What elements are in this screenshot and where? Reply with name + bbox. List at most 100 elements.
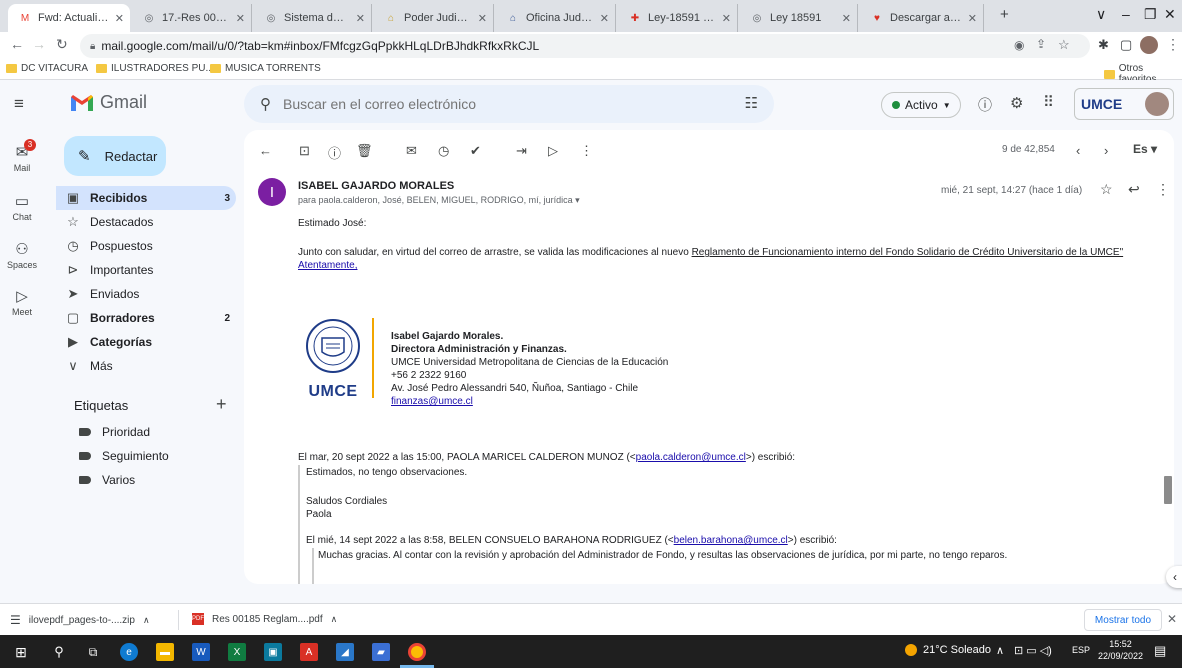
close-tab-icon[interactable]: ✕ [722,12,731,25]
download-item[interactable]: ☰ ilovepdf_pages-to-....zip ∧ [10,613,150,627]
browser-menu-icon[interactable]: ⋮ [1166,36,1180,53]
reload-icon[interactable]: ↻ [56,36,68,53]
close-tab-icon[interactable]: ✕ [115,12,124,25]
keyboard-language[interactable]: ESP [1072,645,1090,655]
tab-search-icon[interactable]: ∨ [1096,6,1106,23]
search-options-icon[interactable]: ☷ [745,94,758,112]
bookmark-folder[interactable]: DC VITACURA [6,63,88,74]
paola-email-link[interactable]: paola.calderon@umce.cl [636,452,746,463]
bookmark-folder[interactable]: ILUSTRADORES PU... [96,63,214,74]
rail-mail[interactable]: ✉ 3 Mail [0,139,44,173]
back-icon[interactable]: ← [10,36,24,52]
nav-item-categoras[interactable]: ▶ Categorías [56,330,236,354]
browser-tab[interactable]: ✚ Ley-18591 03-ENE ✕ [618,4,738,32]
snooze-icon[interactable]: ◷ [438,143,449,159]
browser-tab[interactable]: ♥ Descargar archivo ✕ [860,4,984,32]
main-menu-icon[interactable]: ≡ [14,94,24,114]
browser-tab[interactable]: ◎ Sistema de Resolu ✕ [254,4,372,32]
search-icon[interactable]: ⚲ [50,643,68,661]
close-tab-icon[interactable]: ✕ [842,12,851,25]
add-task-icon[interactable]: ✔ [470,143,481,159]
settings-icon[interactable]: ⚙ [1010,94,1023,112]
new-tab-icon[interactable]: + [1000,6,1009,23]
add-label-icon[interactable]: + [216,394,227,415]
forward-icon[interactable]: → [32,36,46,52]
close-tab-icon[interactable]: ✕ [478,12,487,25]
browser-tab[interactable]: ◎ 17.-Res 00185 Reg ✕ [132,4,252,32]
more-actions-icon[interactable]: ⋮ [580,143,593,159]
account-switcher[interactable]: UMCE [1074,88,1174,120]
label-item[interactable]: Prioridad [68,420,248,444]
browser-tab[interactable]: ⌂ Poder Judicial - Ini ✕ [374,4,494,32]
scrollbar-thumb[interactable] [1164,476,1172,504]
share-icon[interactable]: ⇪ [1036,37,1046,51]
tray-icons[interactable]: ⊡ ▭ ◁) [1014,644,1052,657]
show-all-button[interactable]: Mostrar todo [1084,609,1162,631]
browser-tab[interactable]: ◎ Ley 18591 ✕ [740,4,858,32]
regulation-link[interactable]: Reglamento de Funcionamiento interno del… [692,247,1124,258]
rail-spaces[interactable]: ⚇ Spaces [0,240,44,270]
windows-start-icon[interactable]: ⊞ [12,643,30,661]
star-icon[interactable]: ☆ [1100,181,1113,198]
archive-icon[interactable]: ⊡ [299,143,310,159]
sender-name[interactable]: ISABEL GAJARDO MORALES [298,180,454,192]
profile-avatar[interactable] [1140,36,1158,54]
close-tab-icon[interactable]: ✕ [236,12,245,25]
nav-item-ms[interactable]: ∨ Más [56,354,236,378]
nav-item-recibidos[interactable]: ▣ Recibidos 3 [56,186,236,210]
bookmark-star-icon[interactable]: ☆ [1058,37,1070,53]
apps-icon[interactable]: ⠿ [1043,93,1054,111]
sender-avatar[interactable]: I [258,178,286,206]
minimize-icon[interactable]: – [1122,6,1130,22]
nav-item-pospuestos[interactable]: ◷ Pospuestos [56,234,236,258]
chevron-up-icon[interactable]: ∧ [143,615,150,626]
mark-unread-icon[interactable]: ✉ [406,143,417,159]
close-tab-icon[interactable]: ✕ [356,12,365,25]
browser-tab[interactable]: ⌂ Oficina Judicial Vir ✕ [496,4,616,32]
rail-chat[interactable]: ▭ Chat [0,192,44,222]
report-spam-icon[interactable]: ⓘ [328,143,341,162]
belen-email-link[interactable]: belen.barahona@umce.cl [674,535,788,546]
download-item[interactable]: PDF Res 00185 Reglam....pdf ∧ [192,613,337,625]
reply-icon[interactable]: ↩ [1128,181,1140,198]
delete-icon[interactable]: 🗑︎ [356,143,373,159]
label-item[interactable]: Seguimiento [68,444,248,468]
close-window-icon[interactable]: ✕ [1164,6,1176,23]
newer-icon[interactable]: ‹ [1076,143,1080,158]
help-icon[interactable]: ⓘ [978,95,992,115]
file-explorer-icon[interactable]: ▬ [156,643,174,661]
url-field[interactable]: 🔒︎ mail.google.com/mail/u/0/?tab=km#inbo… [80,34,1090,58]
recipients[interactable]: para paola.calderon, José, BELEN, MIGUEL… [298,195,580,206]
weather-widget[interactable]: 21°C Soleado [905,644,991,656]
nav-item-importantes[interactable]: ⊳ Importantes [56,258,236,282]
notifications-icon[interactable]: ▤ [1154,643,1166,659]
label-item[interactable]: Varios [68,468,248,492]
clock[interactable]: 15:52 22/09/2022 [1098,638,1143,662]
browser-tab[interactable]: M Fwd: Actualización ✕ [8,4,130,32]
close-tab-icon[interactable]: ✕ [600,12,609,25]
older-icon[interactable]: › [1104,143,1108,158]
eye-icon[interactable]: ◉ [1014,38,1024,52]
search-bar[interactable]: ⚲ ☷ [244,85,774,123]
label-icon[interactable]: ▷ [548,143,558,159]
excel-icon[interactable]: X [228,643,246,661]
extensions-icon[interactable]: ✱ [1098,37,1109,53]
app-icon[interactable]: ▣ [264,643,282,661]
acrobat-icon[interactable]: A [300,643,318,661]
input-tools-button[interactable]: Es ▾ [1133,142,1157,156]
move-to-icon[interactable]: ⇥ [516,143,527,159]
nav-item-borradores[interactable]: ▢ Borradores 2 [56,306,236,330]
edge-icon[interactable]: e [120,643,138,661]
search-icon[interactable]: ⚲ [260,95,271,113]
nav-item-destacados[interactable]: ☆ Destacados [56,210,236,234]
compose-button[interactable]: ✎ Redactar [64,136,166,176]
maximize-icon[interactable]: ❐ [1144,6,1157,23]
side-panel-toggle[interactable]: ‹ [1166,566,1182,588]
nav-item-enviados[interactable]: ➤ Enviados [56,282,236,306]
message-more-icon[interactable]: ⋮ [1156,181,1170,198]
tray-chevron-icon[interactable]: ∧ [996,644,1004,657]
task-view-icon[interactable]: ⧉ [84,643,102,661]
close-downloads-icon[interactable]: ✕ [1167,612,1177,626]
app-icon[interactable]: ◢ [336,643,354,661]
app-icon[interactable]: ▰ [372,643,390,661]
